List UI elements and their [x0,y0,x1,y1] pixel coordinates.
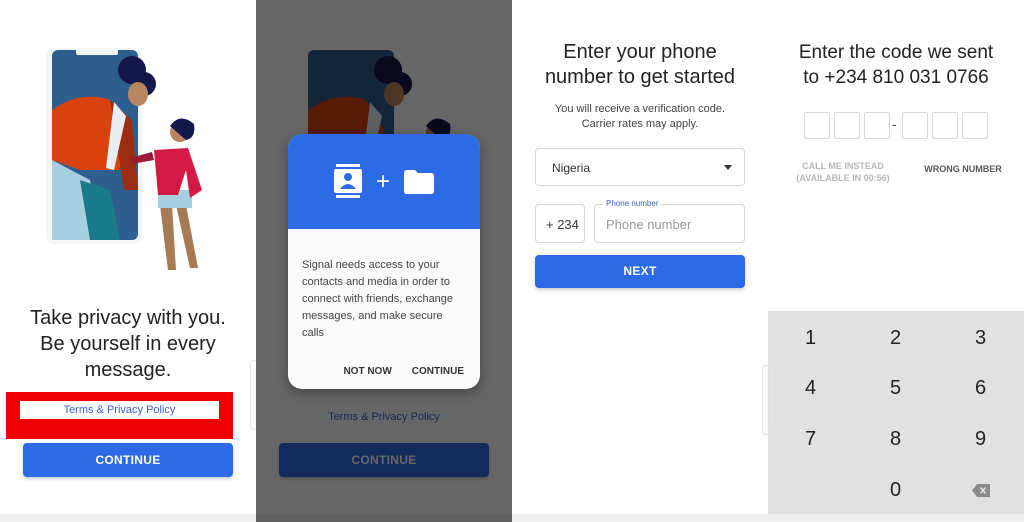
continue-button[interactable]: CONTINUE [23,443,233,477]
key-6[interactable]: 6 [938,363,1023,413]
key-7[interactable]: 7 [768,414,853,464]
title-line: to +234 810 031 0766 [803,67,989,88]
dialog-continue-button[interactable]: CONTINUE [412,366,464,377]
key-9[interactable]: 9 [938,414,1023,464]
person-emerging-from-phone-illustration [46,48,202,270]
dialog-header: + [288,134,480,229]
key-3[interactable]: 3 [938,313,1023,363]
not-now-button[interactable]: NOT NOW [343,366,391,377]
page-title: Enter the code we sent to +234 810 031 0… [768,40,1024,90]
key-8[interactable]: 8 [853,414,938,464]
headline-line: Be yourself in every [40,333,216,355]
nav-bar-strip [0,514,256,522]
folder-icon [404,169,434,194]
subtitle: You will receive a verification code. Ca… [512,102,768,132]
key-0[interactable]: 0 [853,465,938,515]
wrong-number-button[interactable]: WRONG NUMBER [918,164,1008,174]
contacts-icon [333,163,362,198]
key-backspace[interactable] [938,465,1023,515]
terms-privacy-link[interactable]: Terms & Privacy Policy [20,401,219,419]
edge-handle [768,360,772,430]
title-line: number to get started [544,66,736,88]
title-line: Enter the code we sent [798,42,994,63]
dropdown-arrow-icon [724,165,732,170]
code-digit-box[interactable] [962,112,988,139]
nav-bar-strip [768,514,1024,522]
country-select[interactable]: Nigeria [535,148,745,186]
plus-icon: + [375,167,390,195]
highlight-frame: Terms & Privacy Policy [6,392,233,439]
nav-bar-strip [512,514,768,522]
key-1[interactable]: 1 [768,313,853,363]
dialog-actions: NOT NOW CONTINUE [343,366,464,377]
permission-dialog: + Signal needs access to your contacts a… [288,134,480,389]
title-line: Enter your phone [563,41,717,63]
subtitle-line: Carrier rates may apply. [581,118,699,130]
code-digit-box[interactable] [804,112,830,139]
welcome-screen: Take privacy with you. Be yourself in ev… [0,0,256,522]
dialog-message: Signal needs access to your contacts and… [302,259,454,339]
headline-line: Take privacy with you. [30,307,226,329]
page-title: Enter your phone number to get started [512,40,768,90]
call-me-countdown: (AVAILABLE IN 00:56) [796,173,890,183]
phone-entry-screen: Enter your phone number to get started Y… [512,0,768,522]
phone-number-input[interactable]: Phone number Phone number [594,199,745,243]
permission-screen: Terms & Privacy Policy CONTINUE + Signal… [256,0,512,522]
verify-code-screen: Enter the code we sent to +234 810 031 0… [768,0,1024,522]
key-5[interactable]: 5 [853,363,938,413]
backspace-icon [971,484,990,498]
code-digit-box[interactable] [932,112,958,139]
welcome-headline: Take privacy with you. Be yourself in ev… [0,305,256,383]
code-digit-box[interactable] [864,112,890,139]
country-select-value: Nigeria [552,161,591,175]
phone-number-placeholder: Phone number [606,217,692,232]
key-2[interactable]: 2 [853,313,938,363]
headline-line: message. [84,359,172,381]
next-button[interactable]: NEXT [535,255,745,288]
numeric-keypad: 1 2 3 4 5 6 7 8 9 0 [768,311,1024,514]
code-separator: - [892,116,897,132]
call-me-label: CALL ME INSTEAD [802,161,884,171]
phone-number-label: Phone number [603,199,662,209]
code-digit-box[interactable] [902,112,928,139]
subtitle-line: You will receive a verification code. [554,103,726,115]
call-me-instead-button[interactable]: CALL ME INSTEAD (AVAILABLE IN 00:56) [788,160,898,184]
country-code-value: + 234 [546,217,579,232]
key-4[interactable]: 4 [768,363,853,413]
code-digit-box[interactable] [834,112,860,139]
country-code-field[interactable]: + 234 [535,204,585,243]
